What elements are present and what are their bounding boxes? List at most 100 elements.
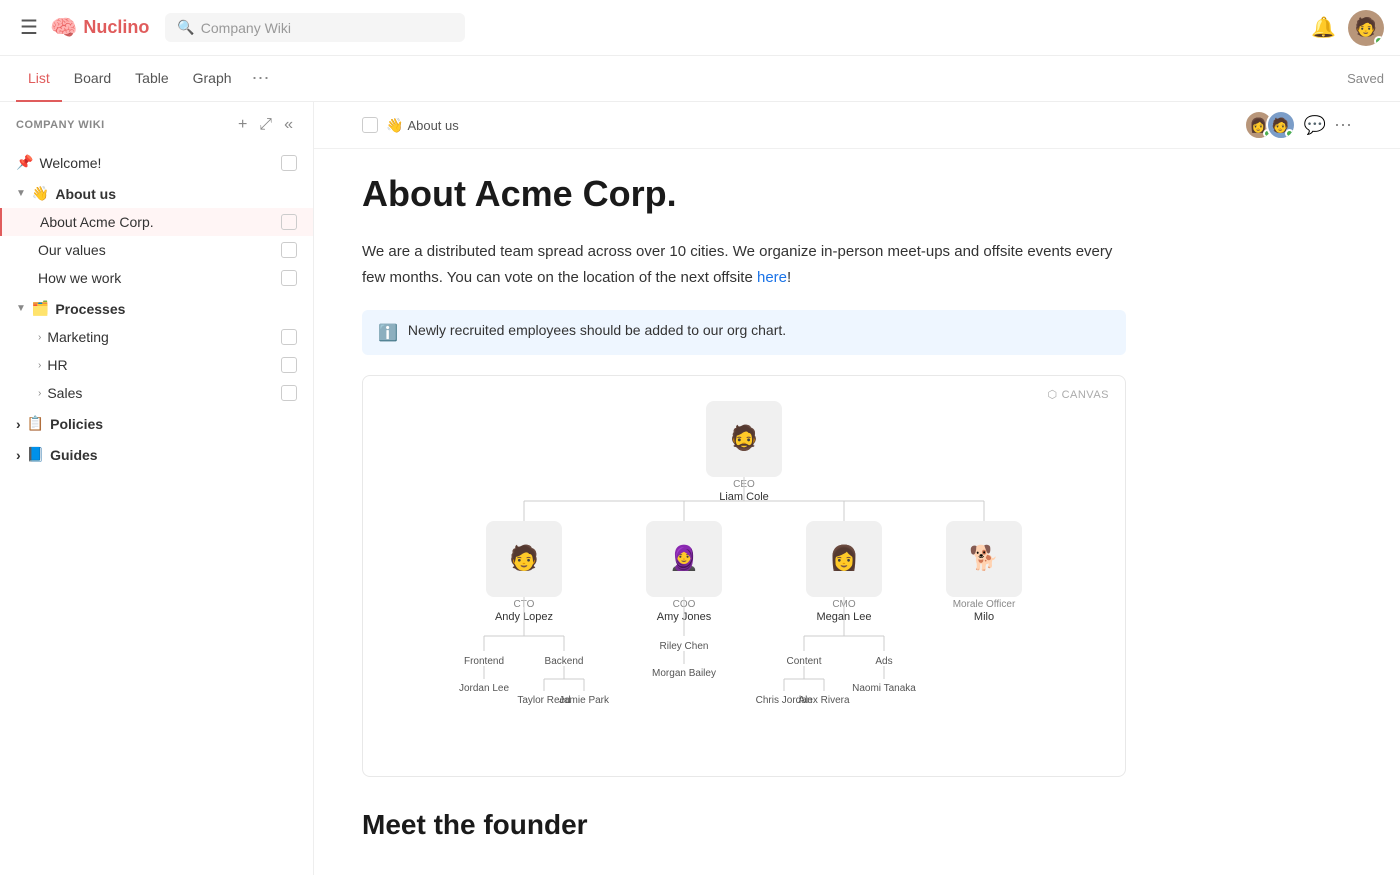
svg-text:Morgan Bailey: Morgan Bailey <box>652 668 716 679</box>
group-label: Guides <box>50 447 97 463</box>
top-nav: ☰ 🧠 Nuclino 🔍 Company Wiki 🔔 🧑 <box>0 0 1400 56</box>
org-chart-svg: 🧔 CEO Liam Cole 🧑 CTO And <box>424 396 1064 756</box>
doc-title: About Acme Corp. <box>362 173 1126 215</box>
sidebar: COMPANY WIKI + ⤢ « 📌 Welcome! ▼ 👋 About … <box>0 102 314 875</box>
sidebar-item-label: Our values <box>38 242 275 258</box>
tab-table[interactable]: Table <box>123 56 180 102</box>
group-label: About us <box>55 186 116 202</box>
here-link[interactable]: here <box>757 269 787 286</box>
body-text-1: We are a distributed team spread across … <box>362 243 1112 286</box>
svg-text:Jamie Park: Jamie Park <box>559 695 610 706</box>
search-icon: 🔍 <box>177 19 194 36</box>
svg-text:👩: 👩 <box>829 544 859 572</box>
collapse-icon: ▼ <box>16 303 26 314</box>
more-views-button[interactable]: ⋯ <box>244 64 278 93</box>
svg-text:Morale Officer: Morale Officer <box>953 599 1016 610</box>
top-right-actions: 🔔 🧑 <box>1311 10 1384 46</box>
sidebar-title: COMPANY WIKI <box>16 119 226 131</box>
body-text-end: ! <box>787 269 791 286</box>
expand-arrow: › <box>38 388 41 399</box>
expand-arrow: › <box>16 447 21 463</box>
saved-status: Saved <box>1347 71 1384 86</box>
sidebar-item-label: HR <box>47 357 275 373</box>
sidebar-item-processes[interactable]: ▼ 🗂️ Processes <box>0 292 313 323</box>
svg-text:Content: Content <box>786 656 821 667</box>
tab-list[interactable]: List <box>16 56 62 102</box>
svg-text:🧔: 🧔 <box>729 423 759 452</box>
item-checkbox <box>281 329 297 345</box>
group-label: Policies <box>50 416 103 432</box>
group-label: Processes <box>55 301 125 317</box>
svg-text:Jordan Lee: Jordan Lee <box>459 683 509 694</box>
sidebar-item-label: How we work <box>38 270 275 286</box>
breadcrumb-emoji: 👋 <box>386 117 403 134</box>
sidebar-item-how-we-work[interactable]: How we work <box>0 264 313 292</box>
user-avatar[interactable]: 🧑 <box>1348 10 1384 46</box>
item-checkbox <box>281 242 297 258</box>
doc-body-text: We are a distributed team spread across … <box>362 239 1126 290</box>
expand-sidebar-button[interactable]: ⤢ <box>255 114 276 136</box>
expand-arrow: › <box>38 332 41 343</box>
sidebar-item-label: Welcome! <box>39 155 275 171</box>
item-checkbox <box>281 155 297 171</box>
expand-arrow: › <box>16 416 21 432</box>
svg-text:🧑: 🧑 <box>509 543 539 572</box>
pin-icon: 📌 <box>16 154 33 171</box>
collab-avatars: 👩 🧑 <box>1244 110 1296 140</box>
search-bar[interactable]: 🔍 Company Wiki <box>165 13 465 42</box>
svg-text:🧕: 🧕 <box>669 544 699 572</box>
sidebar-item-about-us[interactable]: ▼ 👋 About us <box>0 177 313 208</box>
svg-text:Backend: Backend <box>545 656 584 667</box>
svg-text:Alex Rivera: Alex Rivera <box>798 695 850 706</box>
svg-text:Ads: Ads <box>875 656 892 667</box>
avatar-image: 🧑 <box>1355 17 1377 38</box>
notification-button[interactable]: 🔔 <box>1311 15 1336 40</box>
sidebar-header: COMPANY WIKI + ⤢ « <box>0 102 313 148</box>
more-options-button[interactable]: ⋯ <box>1334 115 1352 136</box>
doc-checkbox[interactable] <box>362 117 378 133</box>
content-area: 👋 About us 👩 🧑 💬 ⋯ <box>314 102 1400 875</box>
sidebar-item-about-acme[interactable]: About Acme Corp. <box>0 208 313 236</box>
tab-graph[interactable]: Graph <box>181 56 244 102</box>
processes-emoji: 🗂️ <box>32 300 49 317</box>
sidebar-actions: + ⤢ « <box>234 114 297 136</box>
menu-button[interactable]: ☰ <box>16 11 42 44</box>
online-dot <box>1285 129 1294 138</box>
org-chart-canvas[interactable]: ⬡ CANVAS 🧔 CEO Liam Cole <box>362 375 1126 777</box>
brain-icon: 🧠 <box>50 15 77 41</box>
item-checkbox <box>281 270 297 286</box>
sidebar-item-label: Marketing <box>47 329 275 345</box>
logo-text: Nuclino <box>83 17 149 38</box>
sidebar-item-marketing[interactable]: › Marketing <box>0 323 313 351</box>
sidebar-item-welcome[interactable]: 📌 Welcome! <box>0 148 313 177</box>
sidebar-item-guides[interactable]: › 📘 Guides <box>0 438 313 469</box>
sidebar-item-hr[interactable]: › HR <box>0 351 313 379</box>
online-indicator <box>1374 36 1384 46</box>
main-layout: COMPANY WIKI + ⤢ « 📌 Welcome! ▼ 👋 About … <box>0 102 1400 875</box>
tab-board[interactable]: Board <box>62 56 123 102</box>
collapse-icon: ▼ <box>16 188 26 199</box>
logo[interactable]: 🧠 Nuclino <box>50 15 149 41</box>
doc-toolbar-right: 👩 🧑 💬 ⋯ <box>1244 110 1352 140</box>
info-box: ℹ️ Newly recruited employees should be a… <box>362 310 1126 355</box>
comment-button[interactable]: 💬 <box>1304 115 1326 136</box>
policies-emoji: 📋 <box>27 415 44 432</box>
meet-founder-title: Meet the founder <box>362 809 1126 841</box>
sidebar-item-policies[interactable]: › 📋 Policies <box>0 407 313 438</box>
canvas-label: ⬡ CANVAS <box>1047 388 1109 401</box>
add-item-button[interactable]: + <box>234 114 251 136</box>
info-text: Newly recruited employees should be adde… <box>408 322 786 338</box>
svg-text:🐕: 🐕 <box>969 544 999 572</box>
sidebar-item-label: About Acme Corp. <box>40 214 275 230</box>
doc-content: About Acme Corp. We are a distributed te… <box>314 149 1174 875</box>
about-emoji: 👋 <box>32 185 49 202</box>
sidebar-item-our-values[interactable]: Our values <box>0 236 313 264</box>
collapse-sidebar-button[interactable]: « <box>280 114 297 136</box>
breadcrumb-link[interactable]: About us <box>407 118 458 133</box>
collab-avatar-2: 🧑 <box>1266 110 1296 140</box>
search-placeholder: Company Wiki <box>201 20 291 36</box>
doc-toolbar: 👋 About us 👩 🧑 💬 ⋯ <box>314 102 1400 149</box>
item-checkbox <box>281 357 297 373</box>
sidebar-item-sales[interactable]: › Sales <box>0 379 313 407</box>
svg-text:Riley Chen: Riley Chen <box>660 641 709 652</box>
